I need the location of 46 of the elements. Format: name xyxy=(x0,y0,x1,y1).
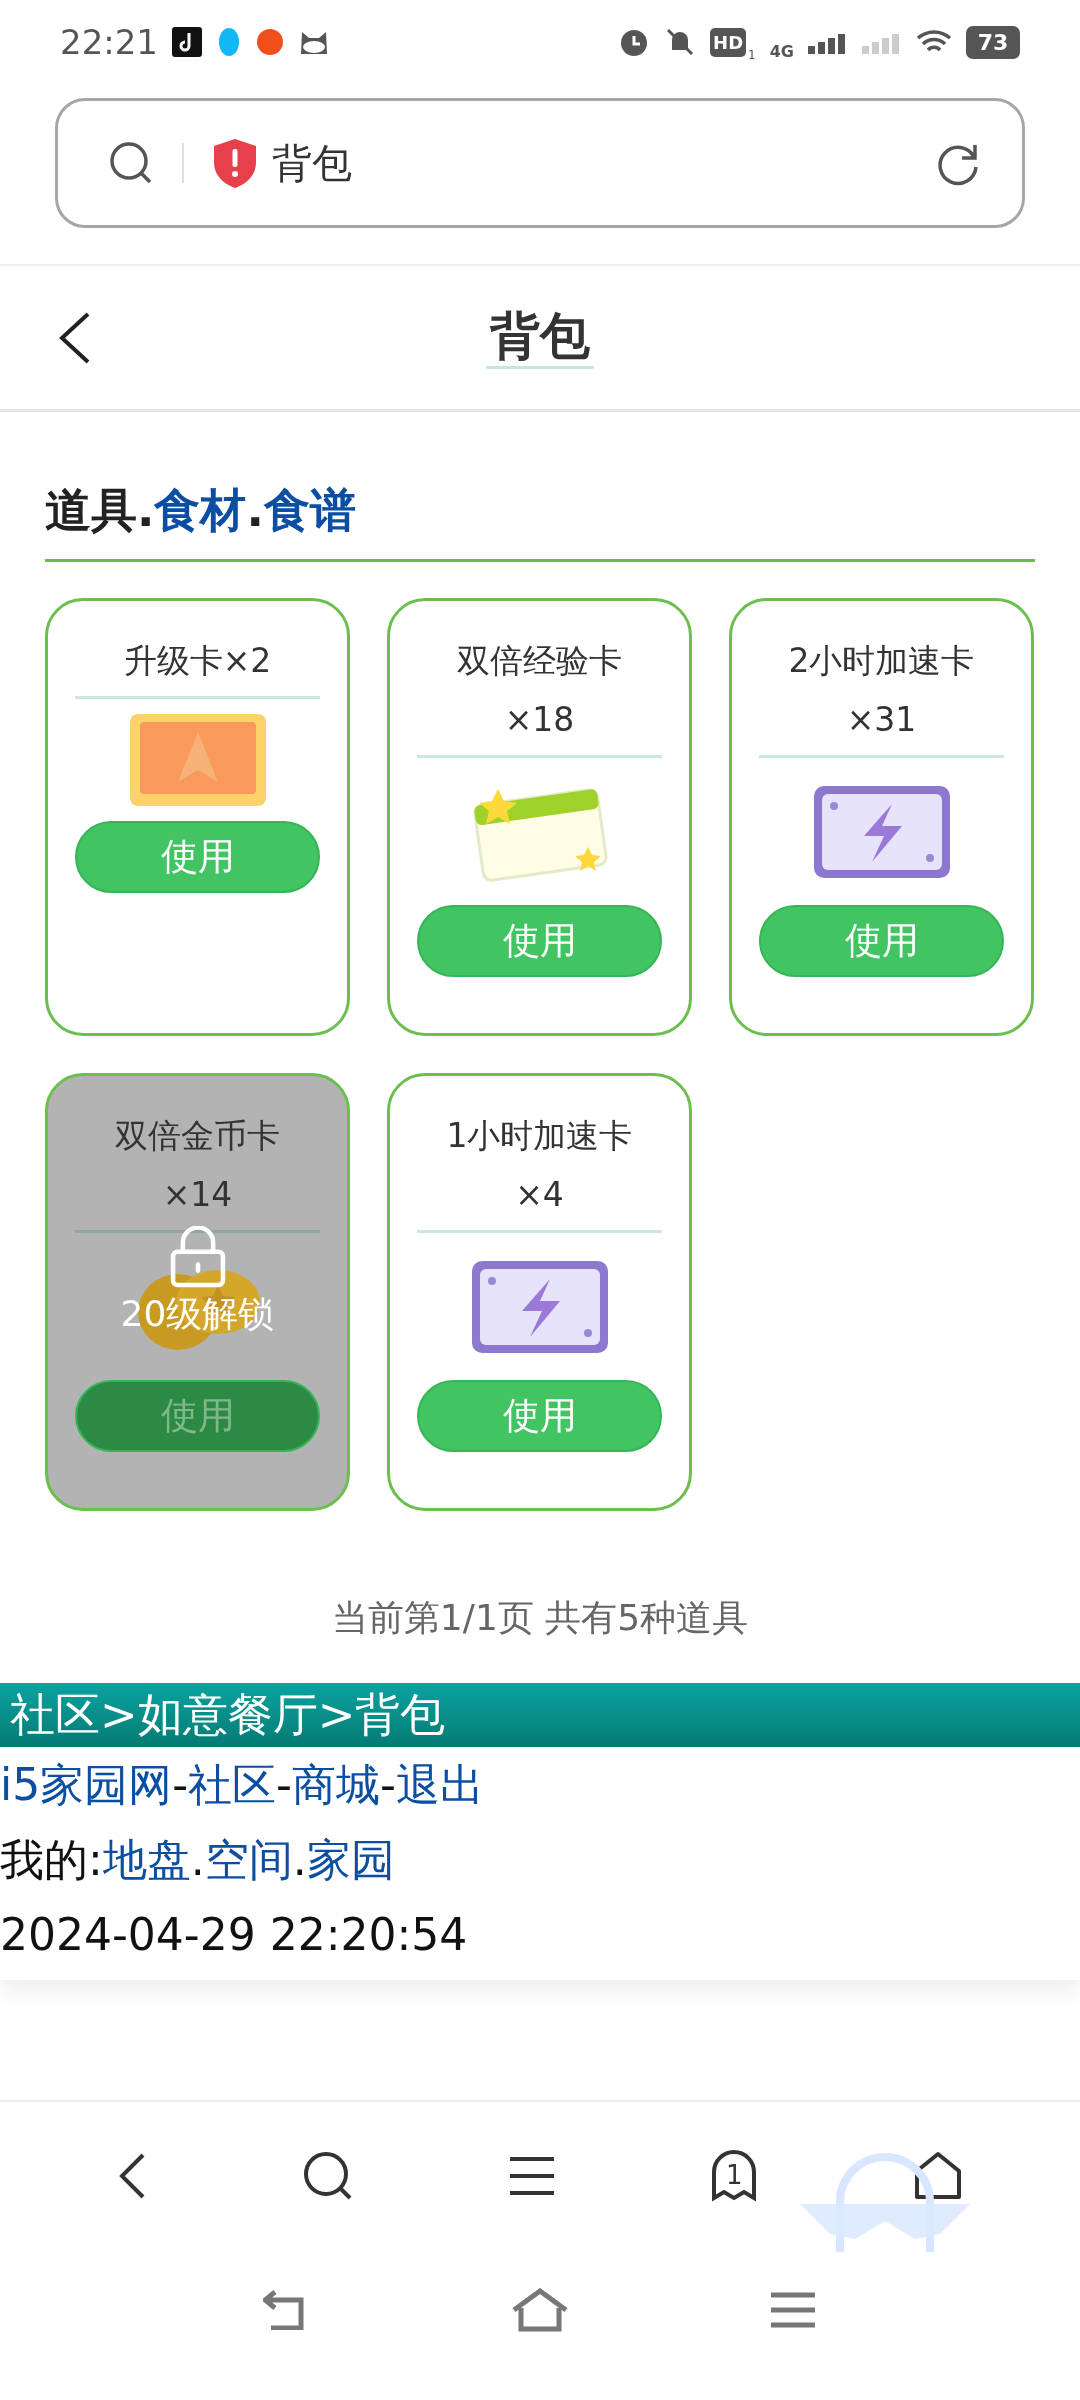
separator-dot: . xyxy=(137,483,155,537)
separator-dash: - xyxy=(172,1759,189,1810)
hd-sim-number: 1 xyxy=(748,47,756,64)
penguin-icon xyxy=(216,26,242,58)
category-tab[interactable]: 食谱 xyxy=(263,483,356,537)
separator-dash: - xyxy=(276,1759,292,1810)
app-notification-icon xyxy=(172,27,202,57)
tabs-button[interactable]: 1 xyxy=(710,2150,759,2202)
my-link[interactable]: 地盘 xyxy=(102,1834,191,1885)
separator-dot: . xyxy=(292,1834,307,1885)
item-name: 升级卡×2 xyxy=(75,631,320,699)
tab-count: 1 xyxy=(725,2159,744,2192)
battery-indicator: 73 xyxy=(966,25,1020,59)
separator-dot: . xyxy=(246,483,264,537)
home-icon[interactable] xyxy=(912,2151,963,2201)
padlock-icon xyxy=(168,1226,227,1288)
item-name: 双倍经验卡 ×18 xyxy=(417,631,662,758)
back-icon[interactable] xyxy=(58,311,92,364)
separator-dot: . xyxy=(190,1834,205,1885)
footer-link[interactable]: 社区 xyxy=(188,1759,277,1810)
category-tab[interactable]: 食材 xyxy=(154,483,247,537)
datetime-text: 2024-04-29 22:20:54 xyxy=(0,1908,469,1962)
address-text: 背包 xyxy=(272,139,352,188)
menu-icon[interactable] xyxy=(507,2155,556,2197)
my-link[interactable]: 家园 xyxy=(306,1834,395,1885)
search-icon xyxy=(108,140,154,186)
status-time: 22:21 xyxy=(60,20,158,64)
footer-link[interactable]: 退出 xyxy=(395,1759,484,1810)
address-bar[interactable]: 背包 xyxy=(55,98,1025,228)
warning-shield-icon xyxy=(212,137,258,189)
footer-link[interactable]: 商城 xyxy=(292,1759,380,1810)
item-name: 2小时加速卡 ×31 xyxy=(759,631,1004,758)
search-icon[interactable] xyxy=(301,2150,354,2202)
page-info: 当前第1/1页 共有5种道具 xyxy=(330,1596,750,1640)
my-link[interactable]: 空间 xyxy=(204,1834,293,1885)
footer-link[interactable]: i5家园网 xyxy=(0,1759,173,1810)
page-title: 背包 xyxy=(486,306,594,369)
category-tab[interactable]: 道具 xyxy=(45,483,137,537)
app-notification-icon xyxy=(256,28,284,56)
breadcrumb-bar: 社区>如意餐厅>背包 xyxy=(0,1683,1080,1747)
my-label: 我的: xyxy=(0,1834,103,1885)
item-name: 1小时加速卡 ×4 xyxy=(417,1106,662,1233)
item-name: 双倍金币卡 ×14 xyxy=(75,1106,320,1233)
hd-indicator: HD xyxy=(710,27,747,57)
separator-dash: - xyxy=(380,1759,396,1810)
network-type: 4G xyxy=(769,41,794,63)
